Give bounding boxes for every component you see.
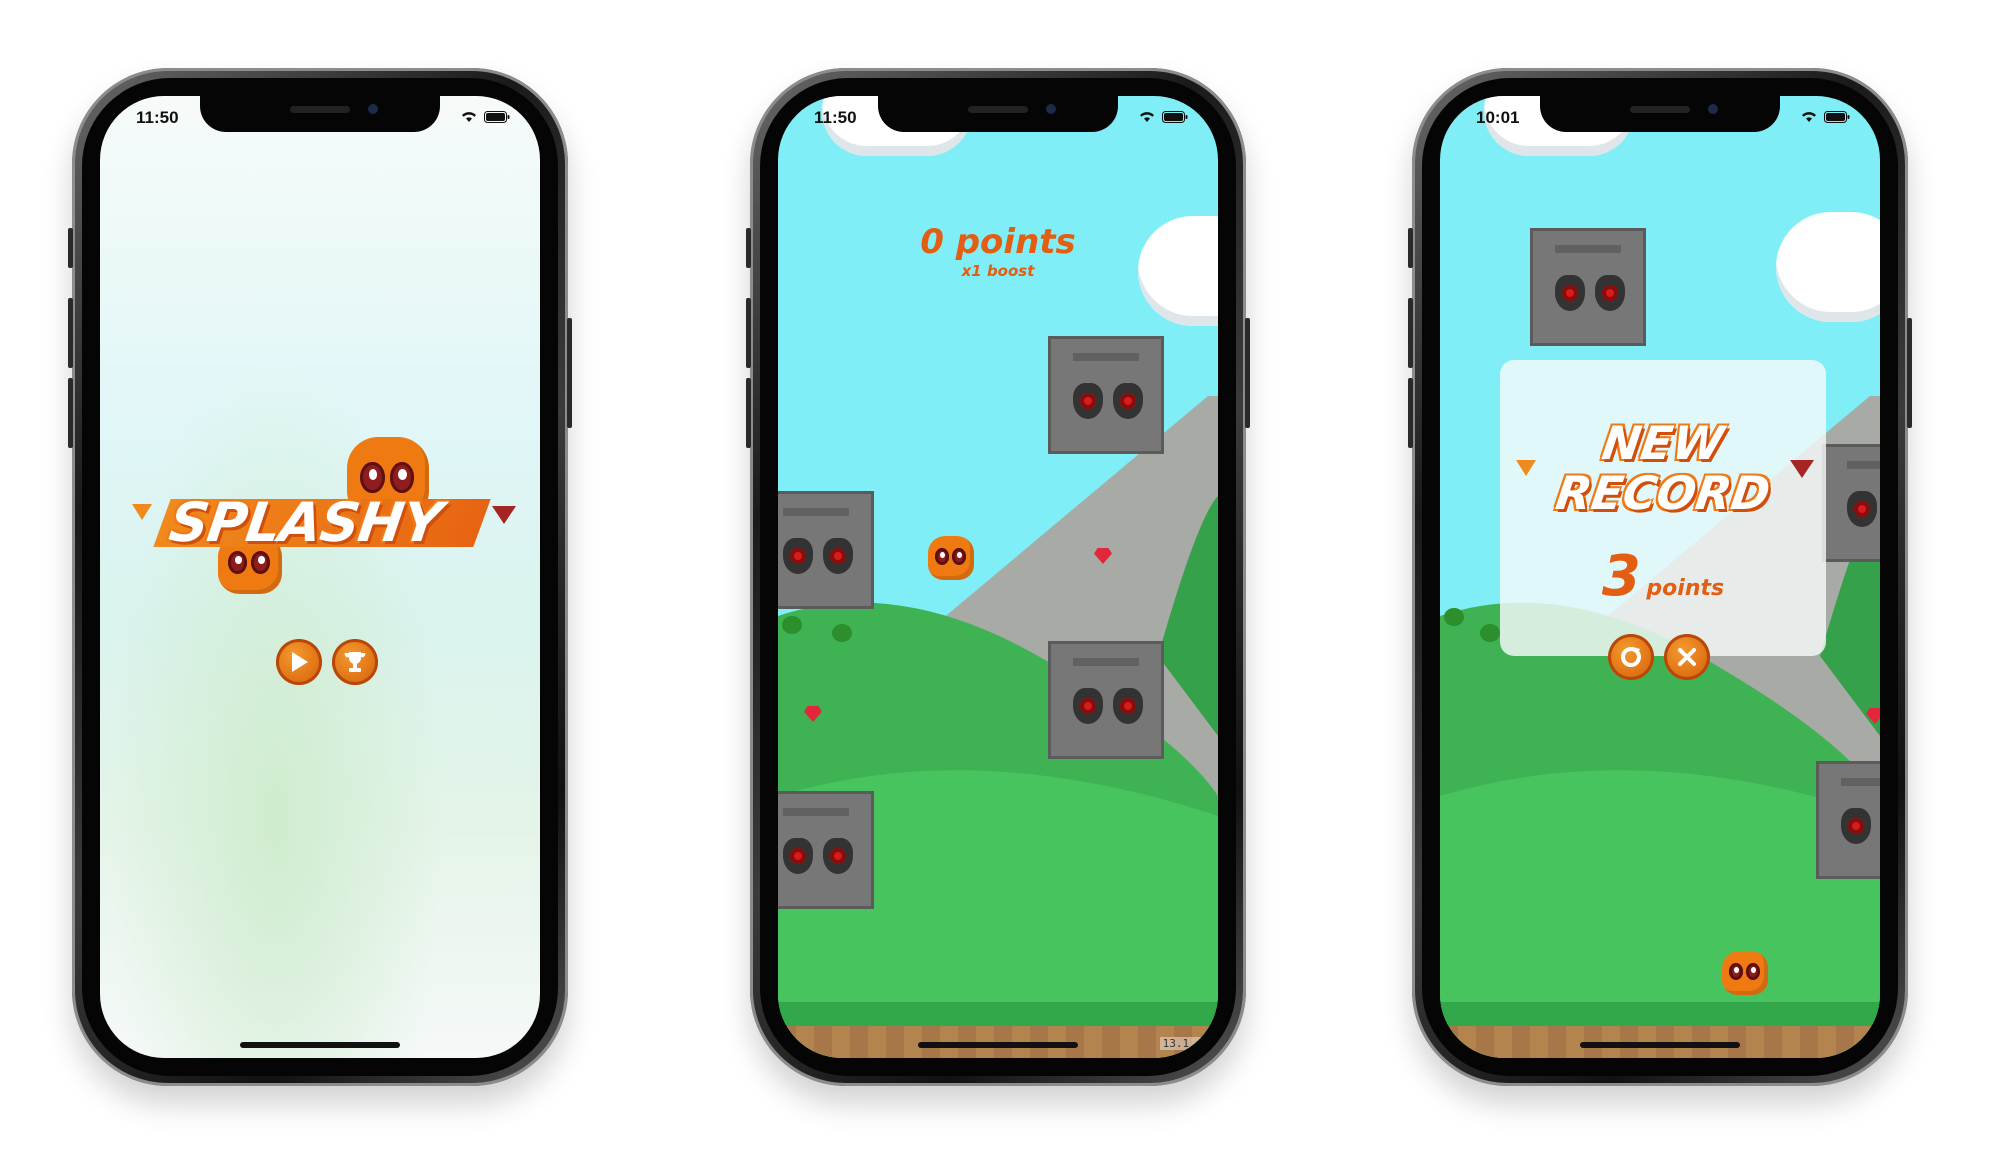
tree — [782, 616, 802, 634]
record-title-line2: RECORD — [1552, 466, 1774, 520]
wifi-icon — [462, 112, 476, 122]
diamond-right-icon — [492, 506, 516, 524]
final-score: 3 points — [1500, 544, 1826, 609]
status-icons — [1138, 110, 1188, 123]
fps-counter: 13.1 fp — [1159, 1037, 1212, 1050]
home-indicator — [240, 1042, 400, 1048]
close-button[interactable] — [1664, 634, 1710, 680]
status-time: 10:01 — [1476, 108, 1520, 127]
restart-icon — [1621, 647, 1641, 667]
status-time: 11:50 — [814, 108, 857, 127]
wifi-icon — [1802, 112, 1816, 122]
battery-icon — [1824, 110, 1850, 123]
restart-button[interactable] — [1608, 634, 1654, 680]
tree — [832, 624, 852, 642]
boost-label: x1 boost — [961, 262, 1035, 280]
wifi-icon — [1140, 112, 1154, 122]
points-label: points — [1646, 576, 1725, 601]
status-time: 11:50 — [136, 108, 179, 127]
close-icon — [1678, 648, 1696, 666]
notch — [878, 96, 1118, 132]
menu-screen: 11:50 SPLASHY — [100, 96, 540, 1058]
notch — [1540, 96, 1780, 132]
saw-block-enemy — [1816, 761, 1880, 879]
diamond-left-icon — [132, 504, 152, 520]
score-label: 0 points — [920, 222, 1076, 262]
home-indicator — [1580, 1042, 1740, 1048]
gameplay-screen: 0 points x1 boost 13.1 fp 11:50 — [778, 96, 1218, 1058]
new-record-panel: NEW RECORD 3 points — [1500, 360, 1826, 656]
game-logo: SPLASHY — [165, 491, 446, 554]
saw-block-enemy — [1822, 444, 1880, 562]
points-value: 3 — [1601, 544, 1641, 609]
tree — [1444, 608, 1464, 626]
leaderboard-button[interactable] — [332, 639, 378, 685]
trophy-icon — [344, 652, 366, 672]
diamond-left-icon — [1516, 460, 1536, 476]
play-button[interactable] — [276, 639, 322, 685]
status-icons — [1800, 110, 1850, 123]
notch — [200, 96, 440, 132]
saw-block-enemy — [1530, 228, 1646, 346]
battery-icon — [484, 110, 510, 123]
diamond-right-icon — [1790, 460, 1814, 478]
saw-block-enemy — [1048, 336, 1164, 454]
player-character — [1722, 951, 1768, 995]
saw-block-enemy — [778, 491, 874, 609]
player-character — [928, 536, 974, 580]
tree — [1480, 624, 1500, 642]
status-icons — [460, 110, 510, 123]
phone-gameplay: 0 points x1 boost 13.1 fp 11:50 — [746, 68, 1250, 1086]
game-over-screen: NEW RECORD 3 points 10:01 — [1440, 96, 1880, 1058]
saw-block-enemy — [778, 791, 874, 909]
phone-menu: 11:50 SPLASHY — [68, 68, 572, 1086]
phone-game-over: NEW RECORD 3 points 10:01 — [1408, 68, 1912, 1086]
play-icon — [292, 652, 308, 672]
home-indicator — [918, 1042, 1078, 1048]
record-title-line1: NEW — [1598, 416, 1728, 470]
battery-icon — [1162, 110, 1188, 123]
saw-block-enemy — [1048, 641, 1164, 759]
